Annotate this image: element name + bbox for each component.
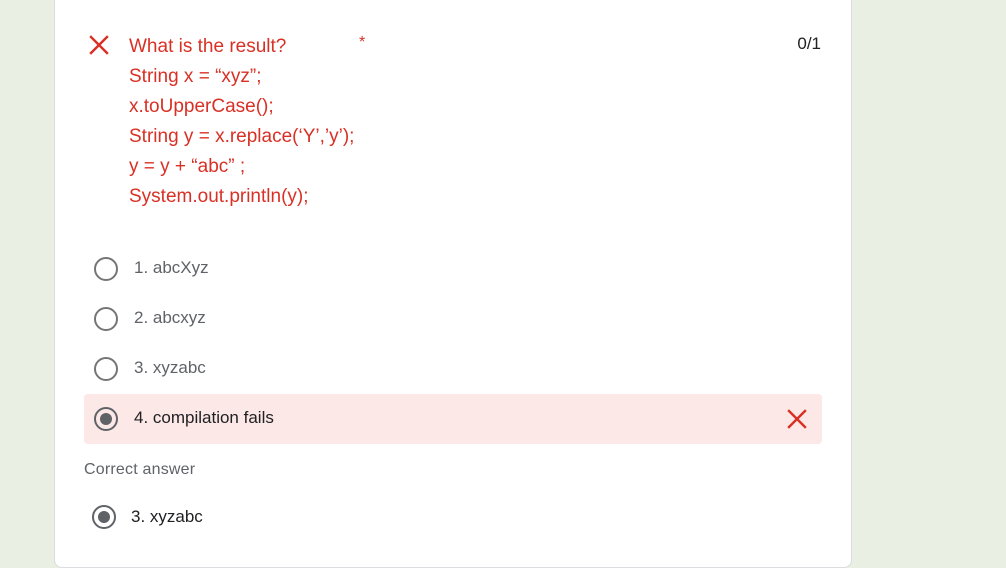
required-asterisk: * [359,34,366,51]
correct-answer-label: 3. xyzabc [131,507,203,526]
radio-dot [100,413,112,425]
radio-button-selected [92,505,116,529]
radio-button[interactable] [94,257,118,281]
question-line: x.toUpperCase(); [129,96,274,117]
close-icon [89,35,109,55]
question-line: What is the result? [129,36,287,57]
option-label: 1. abcXyz [134,258,209,277]
question-score: 0/1 [797,34,821,53]
option-3[interactable]: 3. xyzabc [84,344,822,394]
radio-button[interactable] [94,357,118,381]
radio-dot [98,511,110,523]
question-line: String x = “xyz”; [129,66,262,87]
option-label: 4. compilation fails [134,408,274,427]
question-line: String y = x.replace(‘Y’,’y’); [129,126,355,147]
radio-button[interactable] [94,307,118,331]
option-label: 2. abcxyz [134,308,206,327]
option-label: 3. xyzabc [134,358,206,377]
incorrect-icon [787,409,807,429]
question-text: What is the result? String x = “xyz”; x.… [129,32,354,212]
correct-answer-option: 3. xyzabc [84,492,484,542]
question-line: System.out.println(y); [129,186,309,207]
option-2[interactable]: 2. abcxyz [84,294,822,344]
question-line: y = y + “abc” ; [129,156,246,177]
correct-answer-heading: Correct answer [84,461,196,478]
option-1[interactable]: 1. abcXyz [84,244,822,294]
option-4-selected-incorrect[interactable]: 4. compilation fails [84,394,822,444]
radio-button-selected[interactable] [94,407,118,431]
